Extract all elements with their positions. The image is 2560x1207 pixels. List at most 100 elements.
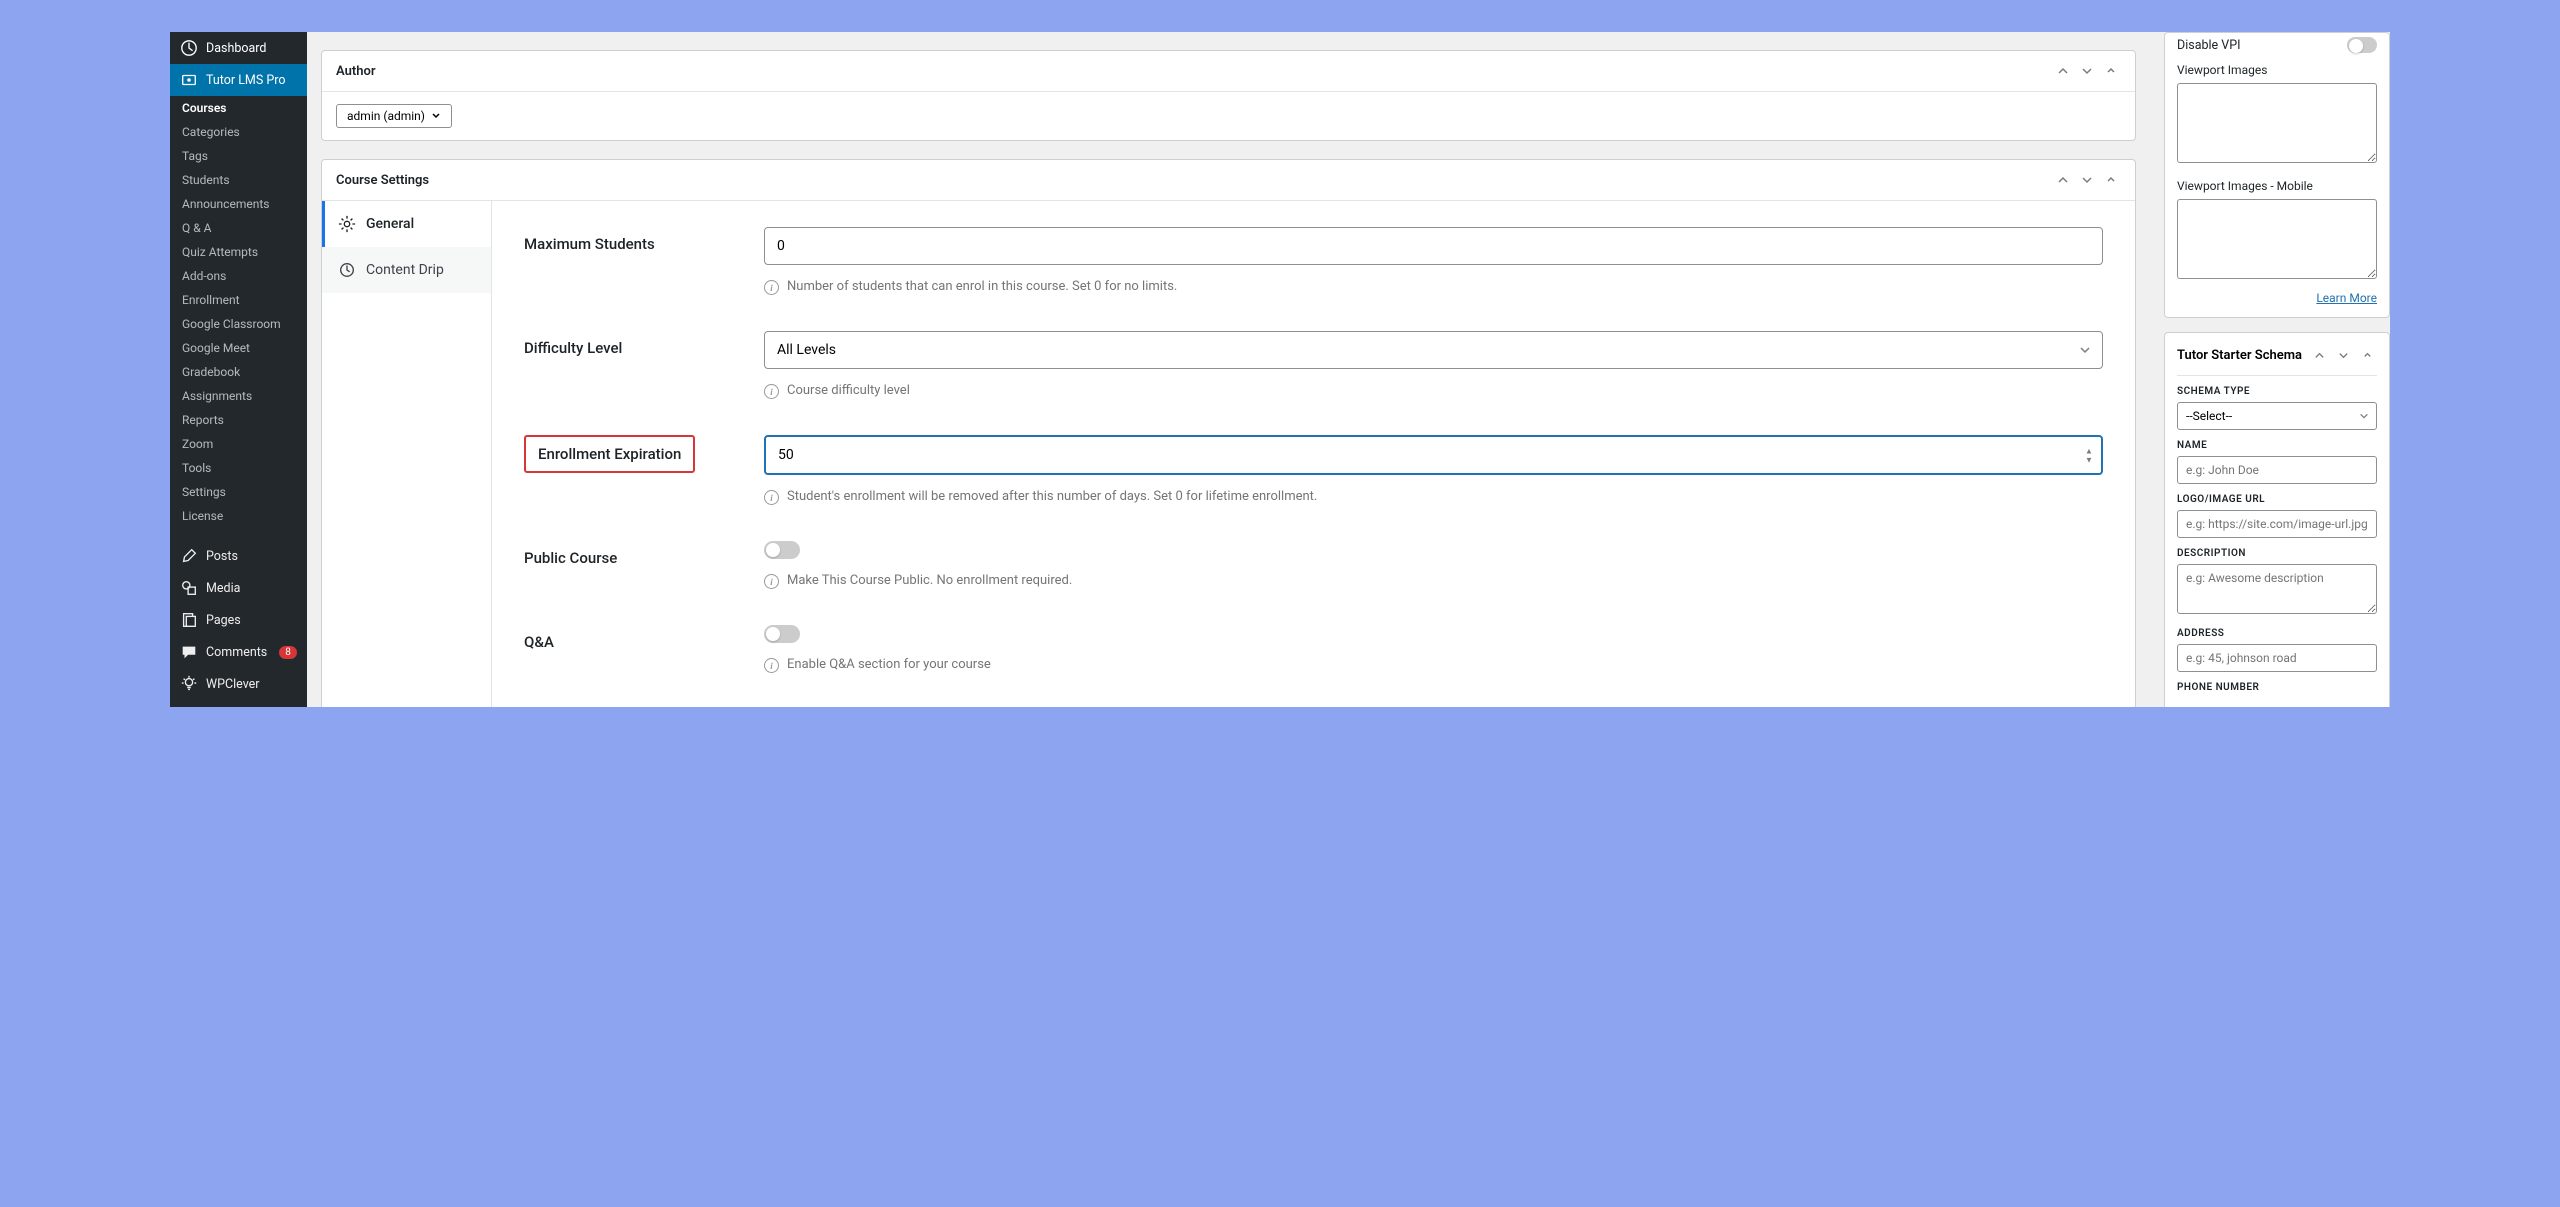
disable-vpi-toggle[interactable] (2347, 37, 2377, 53)
qa-label: Q&A (524, 633, 724, 651)
help-text: Enable Q&A section for your course (787, 657, 991, 672)
pin-icon (180, 547, 198, 565)
panel-collapse-icon[interactable] (2101, 61, 2121, 81)
schema-address-input[interactable] (2177, 644, 2377, 672)
media-icon (180, 579, 198, 597)
panel-up-icon[interactable] (2053, 170, 2073, 190)
pages-icon (180, 611, 198, 629)
max-students-label: Maximum Students (524, 235, 724, 253)
info-icon: i (764, 574, 779, 589)
nav-tutor-lms[interactable]: Tutor LMS Pro (170, 64, 307, 96)
nav-dashboard[interactable]: Dashboard (170, 32, 307, 64)
learn-more-link[interactable]: Learn More (2316, 291, 2377, 305)
nav-media[interactable]: Media (170, 572, 307, 604)
panel-down-icon[interactable] (2077, 170, 2097, 190)
main-content: Author admin (admin) Course Settings (307, 32, 2150, 707)
clock-icon (338, 261, 356, 279)
difficulty-select[interactable]: All Levels (764, 331, 2103, 369)
nav-wpclever[interactable]: WPClever (170, 668, 307, 700)
sub-qa[interactable]: Q & A (170, 216, 307, 240)
public-course-label: Public Course (524, 549, 724, 567)
schema-name-label: NAME (2177, 440, 2377, 451)
sub-announcements[interactable]: Announcements (170, 192, 307, 216)
nav-label: Tutor LMS Pro (206, 73, 286, 88)
author-dropdown[interactable]: admin (admin) (336, 104, 452, 128)
sub-addons[interactable]: Add-ons (170, 264, 307, 288)
tab-general[interactable]: General (322, 201, 491, 247)
panel-collapse-icon[interactable] (2357, 345, 2377, 365)
spinner-down-icon[interactable]: ▼ (2083, 456, 2095, 464)
panel-down-icon[interactable] (2077, 61, 2097, 81)
comment-icon (180, 643, 198, 661)
sub-courses[interactable]: Courses (170, 96, 307, 120)
sub-categories[interactable]: Categories (170, 120, 307, 144)
right-sidebar: Disable VPI Viewport Images Viewport Ima… (2150, 32, 2390, 707)
gear-icon (338, 215, 356, 233)
viewport-images-mobile-label: Viewport Images - Mobile (2177, 179, 2377, 193)
schema-panel: Tutor Starter Schema SCHEMA TYPE --Selec… (2164, 332, 2390, 707)
nav-comments[interactable]: Comments 8 (170, 636, 307, 668)
nav-label: Dashboard (206, 41, 266, 56)
sub-zoom[interactable]: Zoom (170, 432, 307, 456)
schema-name-input[interactable] (2177, 456, 2377, 484)
help-text: Number of students that can enrol in thi… (787, 279, 1177, 294)
schema-title: Tutor Starter Schema (2177, 348, 2309, 363)
nav-label: Media (206, 581, 240, 596)
viewport-images-mobile-textarea[interactable] (2177, 199, 2377, 279)
sub-license[interactable]: License (170, 504, 307, 528)
panel-collapse-icon[interactable] (2101, 170, 2121, 190)
schema-type-label: SCHEMA TYPE (2177, 386, 2377, 397)
sub-gradebook[interactable]: Gradebook (170, 360, 307, 384)
schema-logo-label: LOGO/IMAGE URL (2177, 494, 2377, 505)
viewport-images-textarea[interactable] (2177, 83, 2377, 163)
panel-down-icon[interactable] (2333, 345, 2353, 365)
nav-posts[interactable]: Posts (170, 540, 307, 572)
schema-address-label: ADDRESS (2177, 628, 2377, 639)
tab-content-drip[interactable]: Content Drip (322, 247, 491, 293)
max-students-input[interactable] (764, 227, 2103, 265)
schema-phone-label: PHONE NUMBER (2177, 682, 2377, 693)
settings-tabs: General Content Drip (322, 201, 492, 707)
tutor-icon (180, 71, 198, 89)
public-course-toggle[interactable] (764, 541, 800, 559)
schema-desc-label: DESCRIPTION (2177, 548, 2377, 559)
schema-logo-input[interactable] (2177, 510, 2377, 538)
disable-vpi-label: Disable VPI (2177, 38, 2241, 53)
panel-title: Author (336, 64, 2053, 79)
sub-google-meet[interactable]: Google Meet (170, 336, 307, 360)
author-value: admin (admin) (347, 109, 425, 123)
nav-label: Posts (206, 549, 238, 564)
sub-tools[interactable]: Tools (170, 456, 307, 480)
vpi-panel: Disable VPI Viewport Images Viewport Ima… (2164, 32, 2390, 318)
panel-up-icon[interactable] (2309, 345, 2329, 365)
nav-label: WPClever (206, 677, 260, 692)
sub-quiz[interactable]: Quiz Attempts (170, 240, 307, 264)
sub-settings[interactable]: Settings (170, 480, 307, 504)
difficulty-label: Difficulty Level (524, 339, 724, 357)
help-text: Course difficulty level (787, 383, 910, 398)
sub-students[interactable]: Students (170, 168, 307, 192)
submenu: Courses Categories Tags Students Announc… (170, 96, 307, 528)
sub-google-classroom[interactable]: Google Classroom (170, 312, 307, 336)
nav-label: Comments (206, 645, 267, 660)
tab-label: General (366, 216, 414, 232)
tab-label: Content Drip (366, 262, 444, 278)
schema-type-value: --Select-- (2177, 402, 2377, 430)
nav-pages[interactable]: Pages (170, 604, 307, 636)
enroll-exp-label: Enrollment Expiration (524, 435, 695, 473)
info-icon: i (764, 280, 779, 295)
sub-tags[interactable]: Tags (170, 144, 307, 168)
sub-reports[interactable]: Reports (170, 408, 307, 432)
sub-enrollment[interactable]: Enrollment (170, 288, 307, 312)
sub-assignments[interactable]: Assignments (170, 384, 307, 408)
nav-label: Pages (206, 613, 241, 628)
author-panel: Author admin (admin) (321, 50, 2136, 141)
panel-up-icon[interactable] (2053, 61, 2073, 81)
dashboard-icon (180, 39, 198, 57)
qa-toggle[interactable] (764, 625, 800, 643)
schema-type-select[interactable]: --Select-- (2177, 402, 2377, 430)
spinner-up-icon[interactable]: ▲ (2083, 447, 2095, 455)
schema-desc-textarea[interactable] (2177, 564, 2377, 614)
enroll-exp-input[interactable] (764, 435, 2103, 475)
course-settings-panel: Course Settings General Content Drip (321, 159, 2136, 707)
